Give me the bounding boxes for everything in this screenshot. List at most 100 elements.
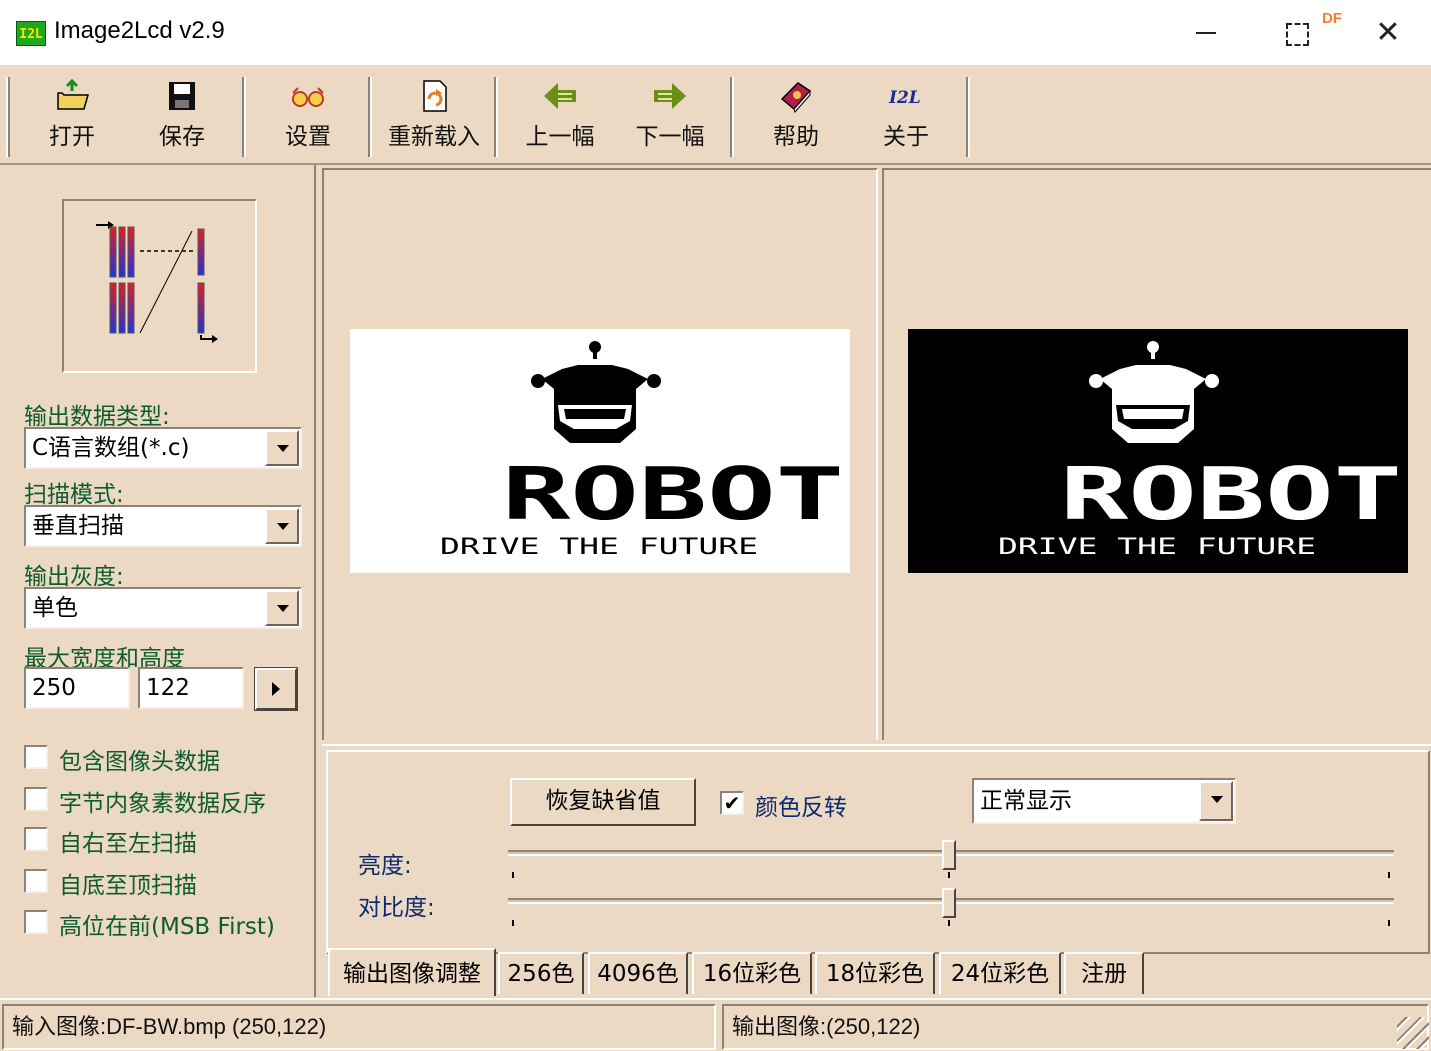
tab-16bit-color[interactable]: 16位彩色: [692, 952, 812, 994]
status-bar: 输入图像:DF-BW.bmp (250,122) 输出图像:(250,122): [0, 998, 1431, 1051]
chevron-down-icon[interactable]: [1199, 781, 1233, 821]
output-image-pane: ROBOT DRIVE THE FUTURE: [882, 168, 1431, 740]
help-button[interactable]: 帮助: [754, 75, 838, 157]
chevron-down-icon[interactable]: [265, 590, 299, 626]
about-label: 关于: [883, 124, 929, 150]
settings-label: 设置: [285, 124, 331, 150]
output-gray-value: 单色: [32, 595, 78, 621]
output-type-value: C语言数组(*.c): [32, 435, 190, 461]
robot-text: ROBOT: [502, 452, 844, 536]
option-label: 自底至顶扫描: [59, 873, 197, 899]
adjust-content: 恢复缺省值 ✔ 颜色反转 正常显示 亮度: 对比度:: [326, 750, 1430, 954]
reload-label: 重新载入: [388, 124, 480, 150]
option-label: 高位在前(MSB First): [59, 914, 275, 940]
toolbar-separator: [966, 77, 970, 157]
reload-icon: [423, 80, 447, 112]
df-badge: DF: [1322, 10, 1342, 27]
chevron-down-icon[interactable]: [265, 508, 299, 544]
settings-button[interactable]: 设置: [266, 75, 350, 157]
chevron-down-icon[interactable]: [265, 430, 299, 466]
toolbar-separator: [242, 77, 246, 157]
help-label: 帮助: [773, 124, 819, 150]
tick: [512, 872, 514, 878]
next-image-button[interactable]: 下一幅: [628, 75, 712, 157]
apply-size-button[interactable]: [254, 667, 298, 711]
output-gray-dropdown[interactable]: 单色: [24, 587, 302, 629]
toolbar-separator: [368, 77, 372, 157]
brightness-slider-thumb[interactable]: [942, 840, 956, 870]
brightness-label: 亮度:: [358, 853, 412, 879]
minimize-button[interactable]: [1186, 14, 1226, 52]
tab-256-color[interactable]: 256色: [498, 952, 584, 994]
next-image-label: 下一幅: [635, 124, 705, 150]
checkbox[interactable]: [24, 745, 48, 769]
tick: [1388, 872, 1390, 878]
toolbar-grip[interactable]: [6, 77, 10, 157]
contrast-label: 对比度:: [358, 895, 435, 921]
tab-register[interactable]: 注册: [1064, 952, 1144, 994]
resize-grip-icon[interactable]: [1397, 1017, 1429, 1049]
help-book-icon: [780, 82, 812, 113]
floppy-disk-icon: [169, 82, 195, 110]
max-width-input[interactable]: 250: [24, 667, 130, 709]
output-image: ROBOT DRIVE THE FUTURE: [908, 329, 1408, 573]
tick: [1388, 920, 1390, 926]
reset-defaults-button[interactable]: 恢复缺省值: [510, 778, 696, 826]
reload-button[interactable]: 重新载入: [384, 75, 484, 157]
tick: [512, 920, 514, 926]
tab-4096-color[interactable]: 4096色: [588, 952, 688, 994]
tagline-text: DRIVE THE FUTURE: [440, 535, 758, 560]
svg-text:I2L: I2L: [888, 88, 921, 108]
scan-mode-label: 扫描模式:: [24, 482, 124, 508]
close-icon: ✕: [1375, 15, 1401, 50]
save-button[interactable]: 保存: [140, 75, 224, 157]
tab-24bit-color[interactable]: 24位彩色: [939, 952, 1061, 994]
checkbox[interactable]: [24, 827, 48, 851]
checkbox[interactable]: [24, 869, 48, 893]
maximize-button[interactable]: [1276, 14, 1316, 52]
scan-mode-preview: [62, 199, 257, 373]
open-folder-icon: [57, 79, 89, 110]
output-type-dropdown[interactable]: C语言数组(*.c): [24, 427, 302, 469]
max-height-input[interactable]: 122: [138, 667, 244, 709]
i2l-logo-icon: I2L: [888, 88, 921, 108]
previous-image-label: 上一幅: [525, 124, 595, 150]
about-button[interactable]: I2L 关于: [864, 75, 948, 157]
display-mode-dropdown[interactable]: 正常显示: [972, 778, 1236, 824]
tick: [948, 872, 950, 878]
display-mode-value: 正常显示: [980, 788, 1072, 814]
contrast-slider-thumb[interactable]: [942, 888, 956, 918]
toolbar: 打开 保存 设置 重新载入 上一幅 下一幅 帮助 I2L 关于: [0, 67, 1431, 165]
arrow-left-icon: [544, 83, 576, 109]
arrow-right-icon: [654, 83, 686, 109]
option-label: 字节内象素数据反序: [59, 791, 266, 817]
title-bar: I2L Image2Lcd v2.9 DF ✕: [0, 0, 1431, 66]
open-button[interactable]: 打开: [30, 75, 114, 157]
tab-18bit-color[interactable]: 18位彩色: [815, 952, 935, 994]
output-type-label: 输出数据类型:: [24, 404, 170, 430]
checkbox[interactable]: [24, 787, 48, 811]
toolbar-separator: [730, 77, 734, 157]
robot-logo-inverted-icon: ROBOT DRIVE THE FUTURE: [908, 329, 1408, 573]
input-image-status: 输入图像:DF-BW.bmp (250,122): [2, 1004, 716, 1050]
tick: [948, 920, 950, 926]
tab-output-adjust[interactable]: 输出图像调整: [328, 948, 496, 996]
robot-logo-icon: ROBOT DRIVE THE FUTURE: [350, 329, 850, 573]
app-icon: I2L: [16, 21, 46, 46]
glasses-icon: [292, 87, 324, 107]
open-label: 打开: [49, 124, 95, 150]
option-label: 自右至左扫描: [59, 831, 197, 857]
window-title: Image2Lcd v2.9: [54, 17, 225, 44]
previous-image-button[interactable]: 上一幅: [518, 75, 602, 157]
scan-mode-dropdown[interactable]: 垂直扫描: [24, 505, 302, 547]
input-image-pane: ROBOT DRIVE THE FUTURE: [322, 168, 878, 740]
invert-color-label: 颜色反转: [755, 795, 847, 821]
close-button[interactable]: ✕: [1368, 14, 1408, 52]
option-label: 包含图像头数据: [59, 749, 220, 775]
output-image-status: 输出图像:(250,122): [722, 1004, 1429, 1050]
input-image: ROBOT DRIVE THE FUTURE: [350, 329, 850, 573]
checkbox[interactable]: [24, 910, 48, 934]
robot-text: ROBOT: [1060, 452, 1402, 536]
toolbar-separator: [494, 77, 498, 157]
checkbox-checked[interactable]: ✔: [720, 791, 744, 815]
